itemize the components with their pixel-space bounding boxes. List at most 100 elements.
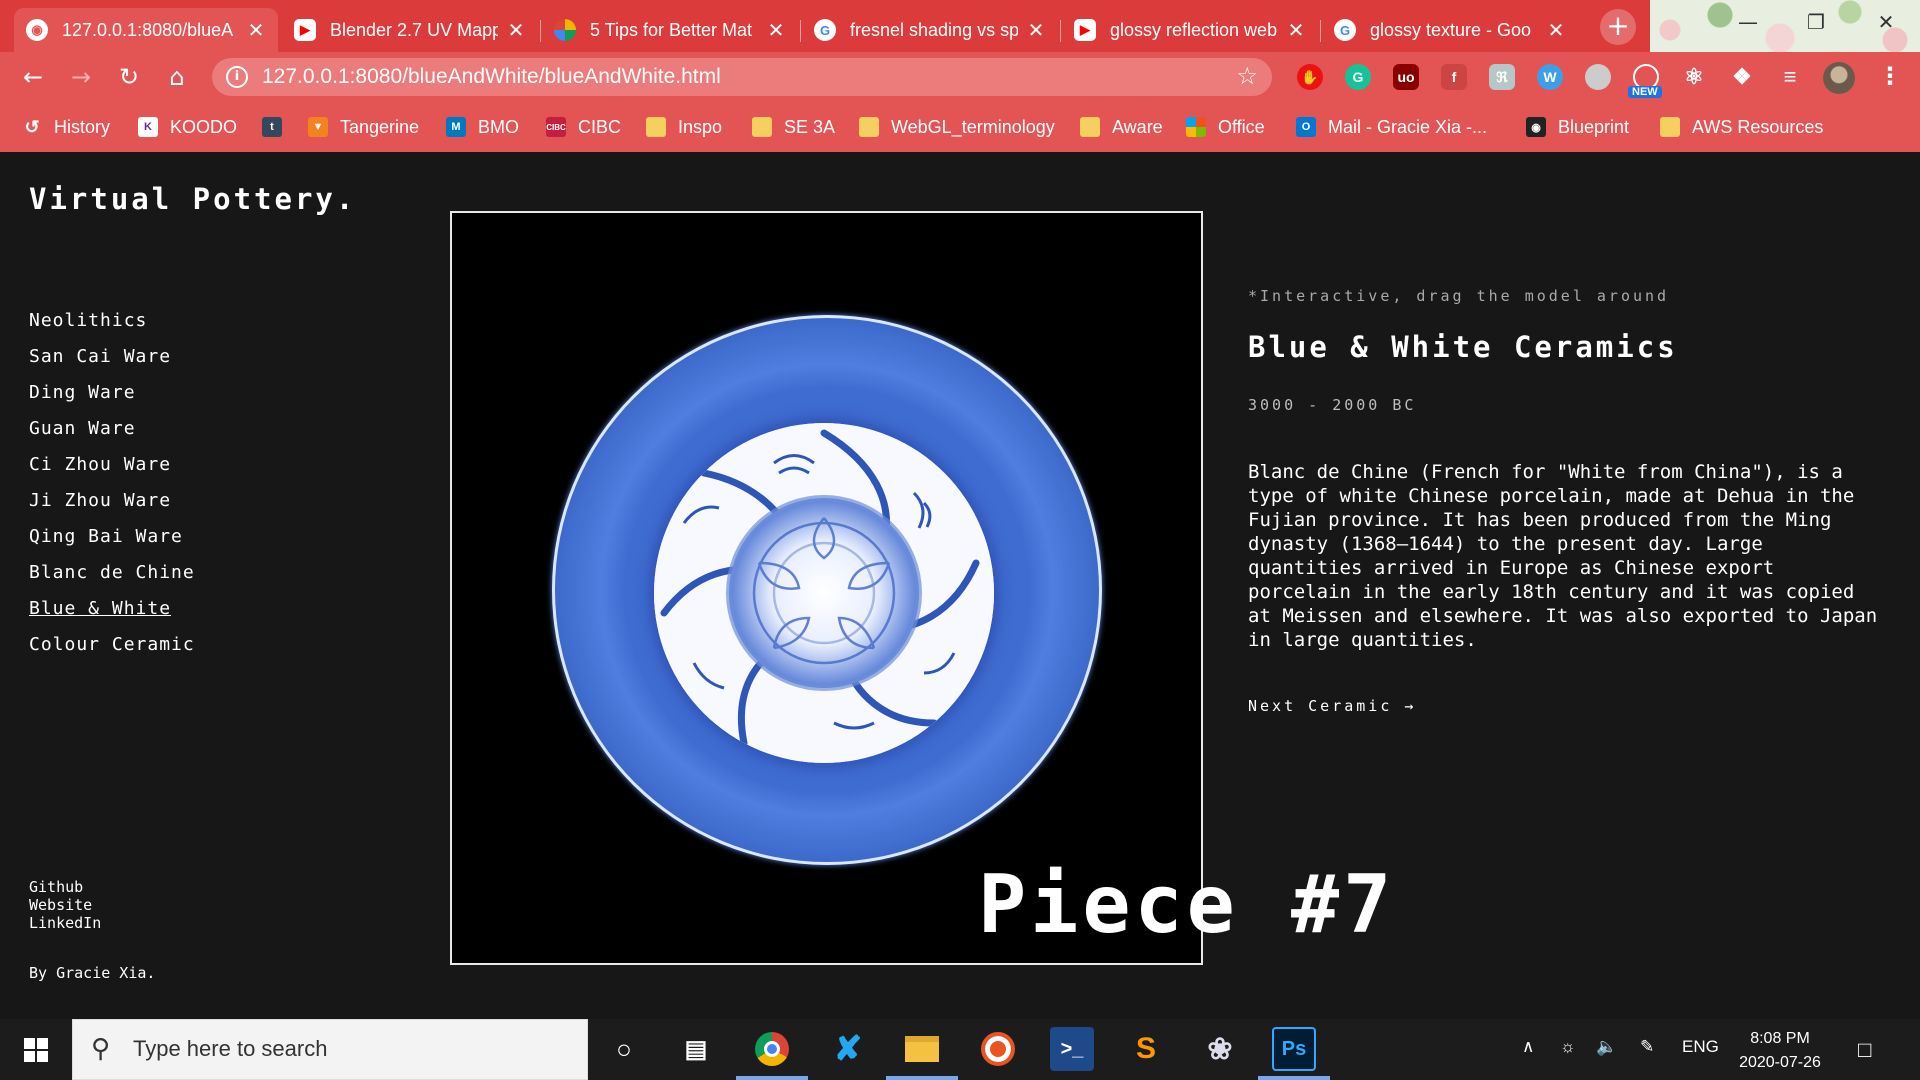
nav-item-qing-bai-ware[interactable]: Qing Bai Ware bbox=[29, 526, 195, 562]
bookmark-webgl-terminology[interactable]: WebGL_terminology bbox=[859, 114, 1055, 140]
nav-item-ding-ware[interactable]: Ding Ware bbox=[29, 382, 195, 418]
file-explorer-icon[interactable] bbox=[900, 1027, 944, 1071]
nav-item-colour-ceramic[interactable]: Colour Ceramic bbox=[29, 634, 195, 670]
wifi-icon[interactable]: ☼ bbox=[1560, 1037, 1576, 1057]
folder-icon bbox=[752, 117, 772, 137]
circle-extension-icon[interactable] bbox=[1585, 64, 1611, 90]
taskbar-search[interactable]: ⚲ Type here to search bbox=[72, 1019, 588, 1080]
ublock-extension-icon[interactable]: uo bbox=[1393, 64, 1419, 90]
back-button[interactable]: ← bbox=[16, 60, 50, 94]
site-title[interactable]: Virtual Pottery. bbox=[29, 182, 356, 216]
tab-bluewhite[interactable]: ◉ 127.0.0.1:8080/blueA ✕ bbox=[14, 8, 278, 52]
bookmark-office[interactable]: Office bbox=[1186, 114, 1265, 140]
bookmark-label: CIBC bbox=[578, 116, 622, 137]
paint-icon[interactable]: ❀ bbox=[1198, 1027, 1242, 1071]
restore-button[interactable]: ❐ bbox=[1786, 6, 1846, 38]
tumblr-icon: t bbox=[262, 117, 282, 137]
bookmark-mail[interactable]: O Mail - Gracie Xia -... bbox=[1296, 114, 1487, 140]
nav-item-blanc-de-chine[interactable]: Blanc de Chine bbox=[29, 562, 195, 598]
close-icon[interactable]: ✕ bbox=[1026, 18, 1046, 43]
nav-item-ci-zhou-ware[interactable]: Ci Zhou Ware bbox=[29, 454, 195, 490]
linkedin-link[interactable]: LinkedIn bbox=[29, 914, 101, 932]
nav-item-ji-zhou-ware[interactable]: Ji Zhou Ware bbox=[29, 490, 195, 526]
reload-button[interactable]: ↻ bbox=[112, 60, 146, 94]
tray-overflow-chevron-icon[interactable]: ∧ bbox=[1522, 1037, 1534, 1057]
website-link[interactable]: Website bbox=[29, 896, 101, 914]
close-icon[interactable]: ✕ bbox=[246, 18, 266, 43]
blue-white-bowl-model[interactable] bbox=[552, 315, 1102, 865]
folder-icon bbox=[859, 117, 879, 137]
next-ceramic-link[interactable]: Next Ceramic → bbox=[1248, 697, 1416, 715]
tab-glossy-reflection[interactable]: ▶ glossy reflection web ✕ bbox=[1062, 8, 1318, 52]
youtube-icon: ▶ bbox=[1074, 19, 1096, 41]
powershell-icon[interactable]: >_ bbox=[1050, 1027, 1094, 1071]
adblock-extension-icon[interactable]: ✋ bbox=[1297, 64, 1323, 90]
tab-tips-materials[interactable]: 5 Tips for Better Mat ✕ bbox=[542, 8, 798, 52]
nav-item-neolithics[interactable]: Neolithics bbox=[29, 310, 195, 346]
bookmark-inspo[interactable]: Inspo bbox=[646, 114, 722, 140]
bookmark-koodo[interactable]: K KOODO bbox=[138, 114, 237, 140]
close-icon[interactable]: ✕ bbox=[766, 18, 786, 43]
bookmark-blueprint[interactable]: ◉ Blueprint bbox=[1526, 114, 1629, 140]
nav-item-guan-ware[interactable]: Guan Ware bbox=[29, 418, 195, 454]
tab-title: Blender 2.7 UV Mapp bbox=[330, 19, 498, 40]
search-icon: ⚲ bbox=[91, 1034, 111, 1064]
folder-icon bbox=[1080, 117, 1100, 137]
cortana-icon[interactable]: ○ bbox=[602, 1027, 646, 1071]
bookmark-tangerine[interactable]: ▼ Tangerine bbox=[308, 114, 419, 140]
profile-avatar[interactable] bbox=[1823, 62, 1855, 94]
task-view-icon[interactable]: ▤ bbox=[674, 1027, 718, 1071]
bookmark-star-icon[interactable]: ☆ bbox=[1236, 62, 1258, 90]
search-placeholder: Type here to search bbox=[133, 1036, 328, 1061]
address-bar[interactable]: i 127.0.0.1:8080/blueAndWhite/blueAndWhi… bbox=[212, 58, 1272, 96]
bookmark-label: Mail - Gracie Xia -... bbox=[1328, 116, 1488, 137]
bookmark-tumblr[interactable]: t bbox=[262, 114, 294, 140]
vscode-icon[interactable]: ✘ bbox=[826, 1027, 870, 1071]
grammarly-extension-icon[interactable]: G bbox=[1345, 64, 1371, 90]
extensions-puzzle-icon[interactable]: ❖ bbox=[1729, 64, 1755, 90]
bookmark-cibc[interactable]: CIBC CIBC bbox=[546, 114, 621, 140]
close-icon[interactable]: ✕ bbox=[1286, 18, 1306, 43]
tab-title: 5 Tips for Better Mat bbox=[590, 19, 753, 40]
facebook-extension-icon[interactable]: f bbox=[1441, 64, 1467, 90]
bookmark-aws-resources[interactable]: AWS Resources bbox=[1660, 114, 1823, 140]
language-indicator[interactable]: ENG bbox=[1682, 1037, 1719, 1057]
close-window-button[interactable]: ✕ bbox=[1856, 6, 1916, 38]
windows-logo-icon bbox=[24, 1037, 48, 1062]
chrome-icon[interactable] bbox=[750, 1027, 794, 1071]
github-link[interactable]: Github bbox=[29, 878, 101, 896]
bookmark-se3a[interactable]: SE 3A bbox=[752, 114, 835, 140]
model-viewer-canvas[interactable] bbox=[450, 211, 1203, 965]
notifications-icon[interactable]: □ bbox=[1858, 1037, 1871, 1063]
pen-icon[interactable]: ✎ bbox=[1640, 1037, 1654, 1057]
react-devtools-icon[interactable]: ⚛ bbox=[1681, 64, 1707, 90]
bookmark-history[interactable]: ↺ History bbox=[22, 114, 110, 140]
bookmark-label: KOODO bbox=[170, 116, 238, 137]
wordtune-extension-icon[interactable]: W bbox=[1537, 64, 1563, 90]
puzzle-app-extension-icon[interactable]: ℜ bbox=[1489, 64, 1515, 90]
outlook-icon: O bbox=[1296, 117, 1316, 137]
home-button[interactable]: ⌂ bbox=[160, 60, 194, 94]
new-tab-button[interactable]: + bbox=[1600, 9, 1636, 45]
close-icon[interactable]: ✕ bbox=[1546, 18, 1566, 43]
system-clock[interactable]: 8:08 PM 2020-07-26 bbox=[1730, 1027, 1830, 1075]
menu-kebab-icon[interactable]: ⋮ bbox=[1878, 62, 1902, 90]
volume-icon[interactable]: 🔈 bbox=[1596, 1037, 1617, 1057]
bookmark-bmo[interactable]: M BMO bbox=[446, 114, 519, 140]
media-queue-icon[interactable]: ≡ bbox=[1777, 64, 1803, 90]
forward-button[interactable]: → bbox=[64, 60, 98, 94]
bookmark-aware[interactable]: Aware bbox=[1080, 114, 1163, 140]
clock-date: 2020-07-26 bbox=[1739, 1054, 1821, 1071]
site-info-icon[interactable]: i bbox=[226, 66, 248, 88]
tab-blender-uv[interactable]: ▶ Blender 2.7 UV Mapp ✕ bbox=[282, 8, 538, 52]
tab-glossy-texture[interactable]: G glossy texture - Goo ✕ bbox=[1322, 8, 1578, 52]
nav-item-blue-and-white[interactable]: Blue & White bbox=[29, 598, 195, 634]
nav-item-san-cai-ware[interactable]: San Cai Ware bbox=[29, 346, 195, 382]
start-button[interactable] bbox=[0, 1019, 72, 1080]
sublime-icon[interactable]: S bbox=[1124, 1027, 1168, 1071]
ubuntu-icon[interactable] bbox=[976, 1027, 1020, 1071]
minimize-button[interactable]: — bbox=[1718, 6, 1778, 38]
close-icon[interactable]: ✕ bbox=[506, 18, 526, 43]
tab-fresnel[interactable]: G fresnel shading vs sp ✕ bbox=[802, 8, 1058, 52]
photoshop-icon[interactable]: Ps bbox=[1272, 1027, 1316, 1071]
